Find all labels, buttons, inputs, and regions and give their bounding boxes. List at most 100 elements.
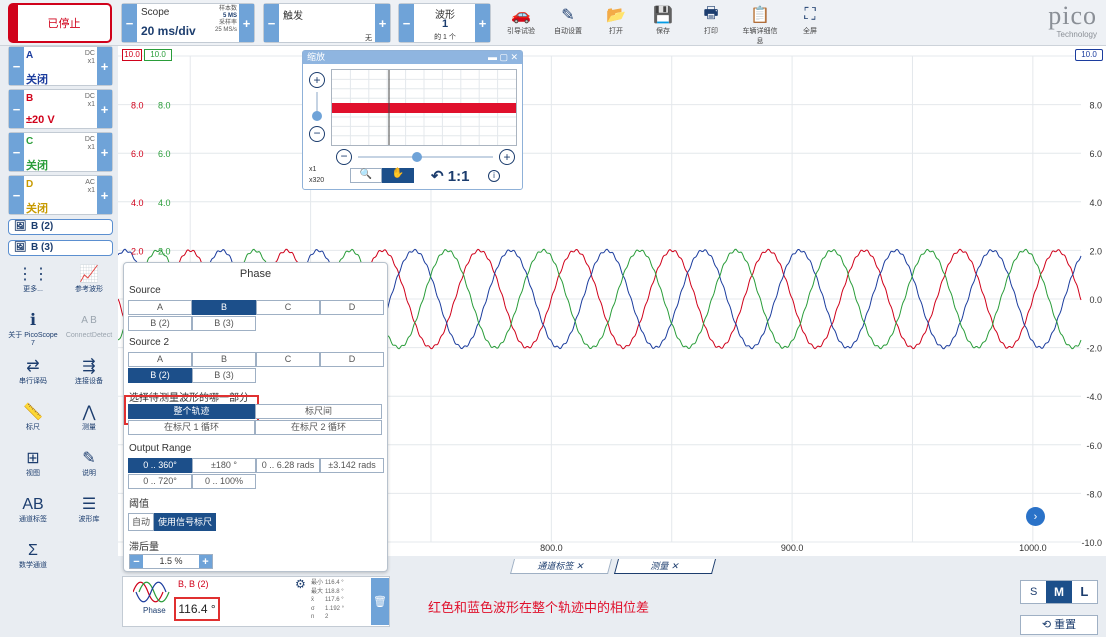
channel-range-decrease[interactable]: − — [9, 47, 24, 85]
about-button[interactable]: ℹ 关于 PicoScope 7 — [8, 310, 58, 348]
size-l-button[interactable]: L — [1072, 581, 1097, 603]
channel-range-increase[interactable]: + — [97, 133, 112, 171]
zoom-reset-ratio[interactable]: ↶ 1:1 — [431, 167, 469, 185]
channel-card-a[interactable]: − A DC x1 关闭 + — [8, 46, 113, 86]
open-button[interactable]: 📂 打开 — [596, 4, 636, 36]
source2-sub-option[interactable]: B (2) — [128, 368, 192, 383]
range-option[interactable]: 0 .. 100% — [192, 474, 256, 489]
zoom-horizontal-plus[interactable]: + — [499, 149, 515, 165]
timebase-increase-button[interactable]: + — [239, 4, 254, 42]
range-option[interactable]: ±3.142 rads — [320, 458, 384, 473]
waveform-next-button[interactable]: + — [475, 4, 490, 42]
zoom-info-icon[interactable]: i — [488, 170, 500, 182]
source2-option[interactable]: D — [320, 352, 384, 367]
range-option[interactable]: 0 .. 6.28 rads — [256, 458, 320, 473]
source-option[interactable]: D — [320, 300, 384, 315]
tab-channel-labels[interactable]: 通道标签 ✕ — [509, 559, 613, 574]
threshold-auto-option[interactable]: 自动 — [128, 513, 154, 531]
waveform-library-button[interactable]: ☰ 波形库 — [64, 494, 114, 524]
more-button[interactable]: ⋮⋮ 更多... — [8, 264, 58, 294]
print-button[interactable]: 🖶 打印 — [691, 4, 731, 36]
channel-card-b[interactable]: − B DC x1 ±20 V + — [8, 89, 113, 129]
zoom-horizontal-minus[interactable]: − — [336, 149, 352, 165]
toolbar-label: 全屏 — [803, 28, 817, 35]
measurement-card[interactable]: Phase B, B (2) 116.4 ° ⚙ 最小 116.4 ° 最大 118.… — [122, 576, 390, 627]
zoom-horizontal-thumb[interactable] — [412, 152, 422, 162]
rate-label: 采样率 — [218, 20, 237, 26]
hysteresis-stepper[interactable]: − 1.5 % + — [129, 554, 213, 569]
size-s-button[interactable]: S — [1021, 581, 1046, 603]
channel-card-d[interactable]: − D AC x1 关闭 + — [8, 175, 113, 215]
channel-range-increase[interactable]: + — [97, 90, 112, 128]
source2-option[interactable]: A — [128, 352, 192, 367]
reset-button[interactable]: ⟲ 重置 — [1020, 615, 1098, 635]
channel-card-c[interactable]: − C DC x1 关闭 + — [8, 132, 113, 172]
measure-button[interactable]: ⋀ 测量 — [64, 402, 114, 432]
range-option[interactable]: 0 .. 360° — [128, 458, 192, 473]
zoom-horizontal-track[interactable] — [358, 156, 493, 158]
section-option[interactable]: 在标尺 1 循环 — [128, 420, 255, 435]
source-option[interactable]: A — [128, 300, 192, 315]
section-option[interactable]: 标尺间 — [255, 404, 382, 419]
serial-decode-button[interactable]: ⇄ 串行译码 — [8, 356, 58, 386]
zoom-overview[interactable] — [331, 69, 517, 146]
section-option[interactable]: 在标尺 2 循环 — [255, 420, 382, 435]
source2-option[interactable]: B — [192, 352, 256, 367]
zoom-in-small-button[interactable]: + — [309, 72, 325, 88]
tool-label: 标尺 — [26, 424, 40, 431]
math-channels-button[interactable]: Σ 数学通道 — [8, 540, 58, 570]
guided-test-button[interactable]: 🚗 引导试验 — [501, 4, 541, 36]
zoom-tool-magnify[interactable]: 🔍 — [350, 168, 382, 183]
notes-button[interactable]: ✎ 说明 — [64, 448, 114, 478]
zoom-window[interactable]: 缩放 ▬ ▢ ✕ + − − + x1 x320 🔍 ✋ ↶ 1:1 i — [302, 50, 523, 190]
channel-range-decrease[interactable]: − — [9, 90, 24, 128]
source-sub-option[interactable]: B (2) — [128, 316, 192, 331]
settings-gear-icon[interactable]: ⚙ — [295, 577, 306, 591]
zoom-window-controls[interactable]: ▬ ▢ ✕ — [488, 51, 518, 64]
close-icon[interactable]: ✕ — [670, 561, 680, 571]
zoom-vertical-thumb[interactable] — [312, 111, 322, 121]
range-option[interactable]: 0 .. 720° — [128, 474, 192, 489]
channel-coupling: AC x1 — [85, 179, 95, 195]
source-sub-option[interactable]: B (3) — [192, 316, 256, 331]
channel-range-decrease[interactable]: − — [9, 133, 24, 171]
auto-setup-button[interactable]: ✎ 自动设置 — [548, 4, 588, 36]
channel-range-increase[interactable]: + — [97, 47, 112, 85]
source-option[interactable]: B — [192, 300, 256, 315]
reference-waveform-item[interactable]: 🖼 B (2) — [8, 219, 113, 235]
fullscreen-button[interactable]: ⛶ 全屏 — [790, 4, 830, 36]
threshold-signal-option[interactable]: 使用信号标尺 — [154, 513, 216, 531]
tab-measurements[interactable]: 测量 ✕ — [613, 559, 717, 574]
source2-option[interactable]: C — [256, 352, 320, 367]
source-option[interactable]: C — [256, 300, 320, 315]
scroll-right-button[interactable]: › — [1026, 507, 1045, 526]
connect-device-button[interactable]: ⇶ 连接设备 — [64, 356, 114, 386]
channel-range-decrease[interactable]: − — [9, 176, 24, 214]
zoom-tool-pan[interactable]: ✋ — [382, 168, 414, 183]
hysteresis-minus[interactable]: − — [130, 555, 143, 568]
reference-waveform-item[interactable]: 🖼 B (3) — [8, 240, 113, 256]
zoom-out-small-button[interactable]: − — [309, 126, 325, 142]
timebase-decrease-button[interactable]: − — [122, 4, 137, 42]
source2-sub-option[interactable]: B (3) — [192, 368, 256, 383]
ruler-button[interactable]: 📏 标尺 — [8, 402, 58, 432]
channel-state: 关闭 — [26, 160, 48, 172]
connect-detect-button[interactable]: A B ConnectDetect — [64, 310, 114, 340]
stop-button[interactable]: 已停止 — [8, 3, 112, 43]
channel-labels-button[interactable]: AB 通道标签 — [8, 494, 58, 524]
size-m-button[interactable]: M — [1046, 581, 1072, 603]
ref-waveform-button[interactable]: 📈 参考波形 — [64, 264, 114, 294]
delete-measurement-button[interactable]: 🗑 — [371, 578, 389, 625]
timebase-value[interactable]: 20 ms/div — [141, 24, 196, 38]
save-button[interactable]: 💾 保存 — [643, 4, 683, 36]
channel-range-increase[interactable]: + — [97, 176, 112, 214]
trigger-prev-button[interactable]: − — [264, 4, 279, 42]
section-option[interactable]: 整个轨迹 — [128, 404, 255, 419]
waveform-prev-button[interactable]: − — [399, 4, 414, 42]
view-button[interactable]: ⊞ 视图 — [8, 448, 58, 478]
vehicle-details-button[interactable]: 📋 车辆详细信息 — [740, 4, 780, 46]
trigger-next-button[interactable]: + — [375, 4, 390, 42]
close-icon[interactable]: ✕ — [575, 561, 585, 571]
range-option[interactable]: ±180 ° — [192, 458, 256, 473]
hysteresis-plus[interactable]: + — [199, 555, 212, 568]
